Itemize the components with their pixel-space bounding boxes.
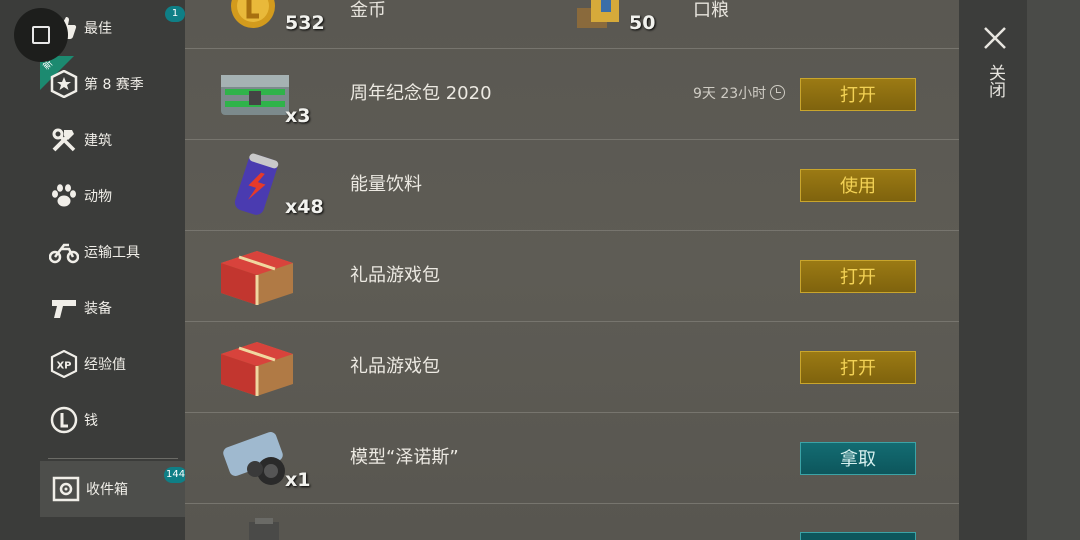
- inbox-list[interactable]: 532 金币 50 口粮 x3 周年纪念包 2020 9天 23小时 打开 x4…: [185, 0, 959, 540]
- close-label[interactable]: 关闭: [983, 64, 1008, 98]
- take-button-partial[interactable]: [800, 532, 916, 540]
- sidebar-item-label: 最佳: [84, 21, 112, 37]
- close-icon[interactable]: [981, 24, 1009, 52]
- list-item: x48 能量饮料 使用: [185, 140, 959, 231]
- screen-edge: [1027, 0, 1080, 540]
- sidebar-item-label: 第 8 赛季: [84, 77, 144, 93]
- motorcycle-icon: [48, 236, 80, 268]
- inbox-count-badge: 144: [164, 467, 188, 483]
- sidebar-item-animals[interactable]: 动物: [0, 168, 185, 224]
- item-quantity: x48: [285, 196, 324, 218]
- item-name: 金币: [350, 0, 386, 21]
- open-button[interactable]: 打开: [800, 351, 916, 384]
- sidebar-item-experience[interactable]: XP 经验值: [0, 336, 185, 392]
- sidebar-item-label: 装备: [84, 301, 112, 317]
- list-item: x3 周年纪念包 2020 9天 23小时 打开: [185, 49, 959, 140]
- notification-badge: 1: [165, 6, 185, 22]
- item-name: 能量饮料: [350, 174, 422, 195]
- sidebar-item-building[interactable]: 建筑: [0, 112, 185, 168]
- sidebar-item-vehicles[interactable]: 运输工具: [0, 224, 185, 280]
- take-button[interactable]: 拿取: [800, 442, 916, 475]
- sidebar-item-label: 收件箱: [86, 482, 128, 498]
- safe-icon: [50, 473, 82, 505]
- hammer-wrench-icon: [48, 124, 80, 156]
- right-panel: 关闭: [959, 0, 1027, 540]
- gold-coin-icon: [231, 0, 275, 28]
- list-item: 礼品游戏包 打开: [185, 322, 959, 413]
- svg-text:XP: XP: [56, 361, 71, 372]
- item-timer: 9天 23小时: [693, 49, 786, 139]
- item-name: 模型“泽诺斯”: [350, 447, 459, 468]
- sidebar-toggle-button[interactable]: [14, 8, 68, 62]
- sidebar-item-label: 动物: [84, 189, 112, 205]
- item-name: 口粮: [693, 0, 729, 21]
- sidebar-item-season-8[interactable]: 第 8 赛季: [0, 56, 185, 112]
- sidebar-item-label: 经验值: [84, 357, 126, 373]
- list-item: x1 模型“泽诺斯” 拿取: [185, 413, 959, 504]
- item-quantity: x3: [285, 105, 311, 127]
- season-star-badge-icon: [48, 68, 80, 100]
- open-button[interactable]: 打开: [800, 78, 916, 111]
- sidebar-item-inbox[interactable]: 收件箱 144: [40, 461, 188, 517]
- open-button[interactable]: 打开: [800, 260, 916, 293]
- sidebar-item-label: 钱: [84, 413, 98, 429]
- list-item: 礼品游戏包 打开: [185, 231, 959, 322]
- gift-box-icon: [221, 251, 293, 305]
- item-quantity: x1: [285, 469, 311, 491]
- sidebar-item-label: 运输工具: [84, 245, 140, 261]
- sidebar-item-equipment[interactable]: 装备: [0, 280, 185, 336]
- item-quantity: 50: [629, 12, 656, 34]
- item-name: 周年纪念包 2020: [350, 83, 492, 104]
- square-icon: [32, 26, 50, 44]
- item-icon-partial: [249, 518, 279, 540]
- list-item-partial: [185, 504, 959, 540]
- clock-icon: [770, 85, 786, 100]
- coin-icon: [48, 404, 80, 436]
- pistol-icon: [48, 292, 80, 324]
- paw-icon: [48, 180, 80, 212]
- item-quantity: 532: [285, 12, 325, 34]
- ration-box-icon: [577, 0, 619, 28]
- sidebar: 最佳 1 新 第 8 赛季 建筑 动物 运输工具 装备 XP 经验值 钱 收件箱…: [0, 0, 188, 540]
- xp-badge-icon: XP: [48, 348, 80, 380]
- item-name: 礼品游戏包: [350, 265, 440, 286]
- sidebar-item-label: 建筑: [84, 133, 112, 149]
- item-name: 礼品游戏包: [350, 356, 440, 377]
- list-item-partial: 532 金币 50 口粮: [185, 0, 959, 49]
- sidebar-item-money[interactable]: 钱: [0, 392, 185, 448]
- use-button[interactable]: 使用: [800, 169, 916, 202]
- sidebar-divider: [48, 458, 178, 459]
- gift-box-icon: [221, 342, 293, 396]
